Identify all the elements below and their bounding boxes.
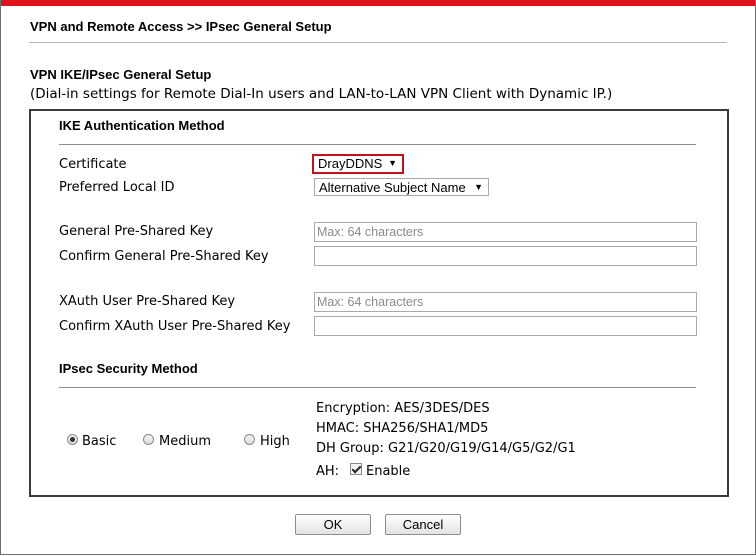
ah-label: AH: [316, 464, 340, 479]
certificate-value: DrayDDNS [318, 156, 383, 171]
basic-radio-label[interactable]: Basic [82, 434, 116, 449]
section-subtitle: (Dial-in settings for Remote Dial-In use… [30, 86, 613, 102]
local-id-select[interactable]: Alternative Subject Name ▼ [314, 178, 489, 196]
ike-section-title: IKE Authentication Method [59, 118, 225, 133]
chevron-down-icon: ▼ [388, 158, 397, 168]
ok-button[interactable]: OK [295, 514, 371, 535]
certificate-select[interactable]: DrayDDNS ▼ [312, 154, 404, 174]
confirm-xauth-psk-input[interactable] [314, 316, 697, 336]
section-title: VPN IKE/IPsec General Setup [30, 67, 212, 82]
local-id-value: Alternative Subject Name [319, 180, 466, 195]
confirm-general-psk-input[interactable] [314, 246, 697, 266]
high-radio[interactable] [244, 434, 255, 445]
basic-radio[interactable] [67, 434, 78, 445]
ah-enable-label[interactable]: Enable [366, 464, 410, 479]
encryption-info: Encryption: AES/3DES/DES [316, 401, 490, 416]
certificate-label: Certificate [59, 157, 127, 172]
local-id-label: Preferred Local ID [59, 180, 175, 195]
chevron-down-icon: ▼ [474, 182, 483, 192]
high-radio-label[interactable]: High [260, 434, 290, 449]
general-psk-label: General Pre-Shared Key [59, 224, 214, 239]
confirm-general-psk-label: Confirm General Pre-Shared Key [59, 249, 269, 264]
confirm-xauth-psk-label: Confirm XAuth User Pre-Shared Key [59, 319, 291, 334]
medium-radio-label[interactable]: Medium [159, 434, 211, 449]
page-title: VPN and Remote Access >> IPsec General S… [30, 19, 332, 34]
xauth-psk-input[interactable] [314, 292, 697, 312]
cancel-button[interactable]: Cancel [385, 514, 461, 535]
medium-radio[interactable] [143, 434, 154, 445]
hmac-info: HMAC: SHA256/SHA1/MD5 [316, 421, 489, 436]
ah-enable-checkbox[interactable] [350, 463, 362, 475]
ipsec-section-divider [59, 387, 696, 388]
ipsec-section-title: IPsec Security Method [59, 361, 198, 376]
general-psk-input[interactable] [314, 222, 697, 242]
xauth-psk-label: XAuth User Pre-Shared Key [59, 294, 236, 309]
title-divider [29, 42, 727, 43]
dh-group-info: DH Group: G21/G20/G19/G14/G5/G2/G1 [316, 441, 576, 456]
ike-section-divider [59, 144, 696, 145]
